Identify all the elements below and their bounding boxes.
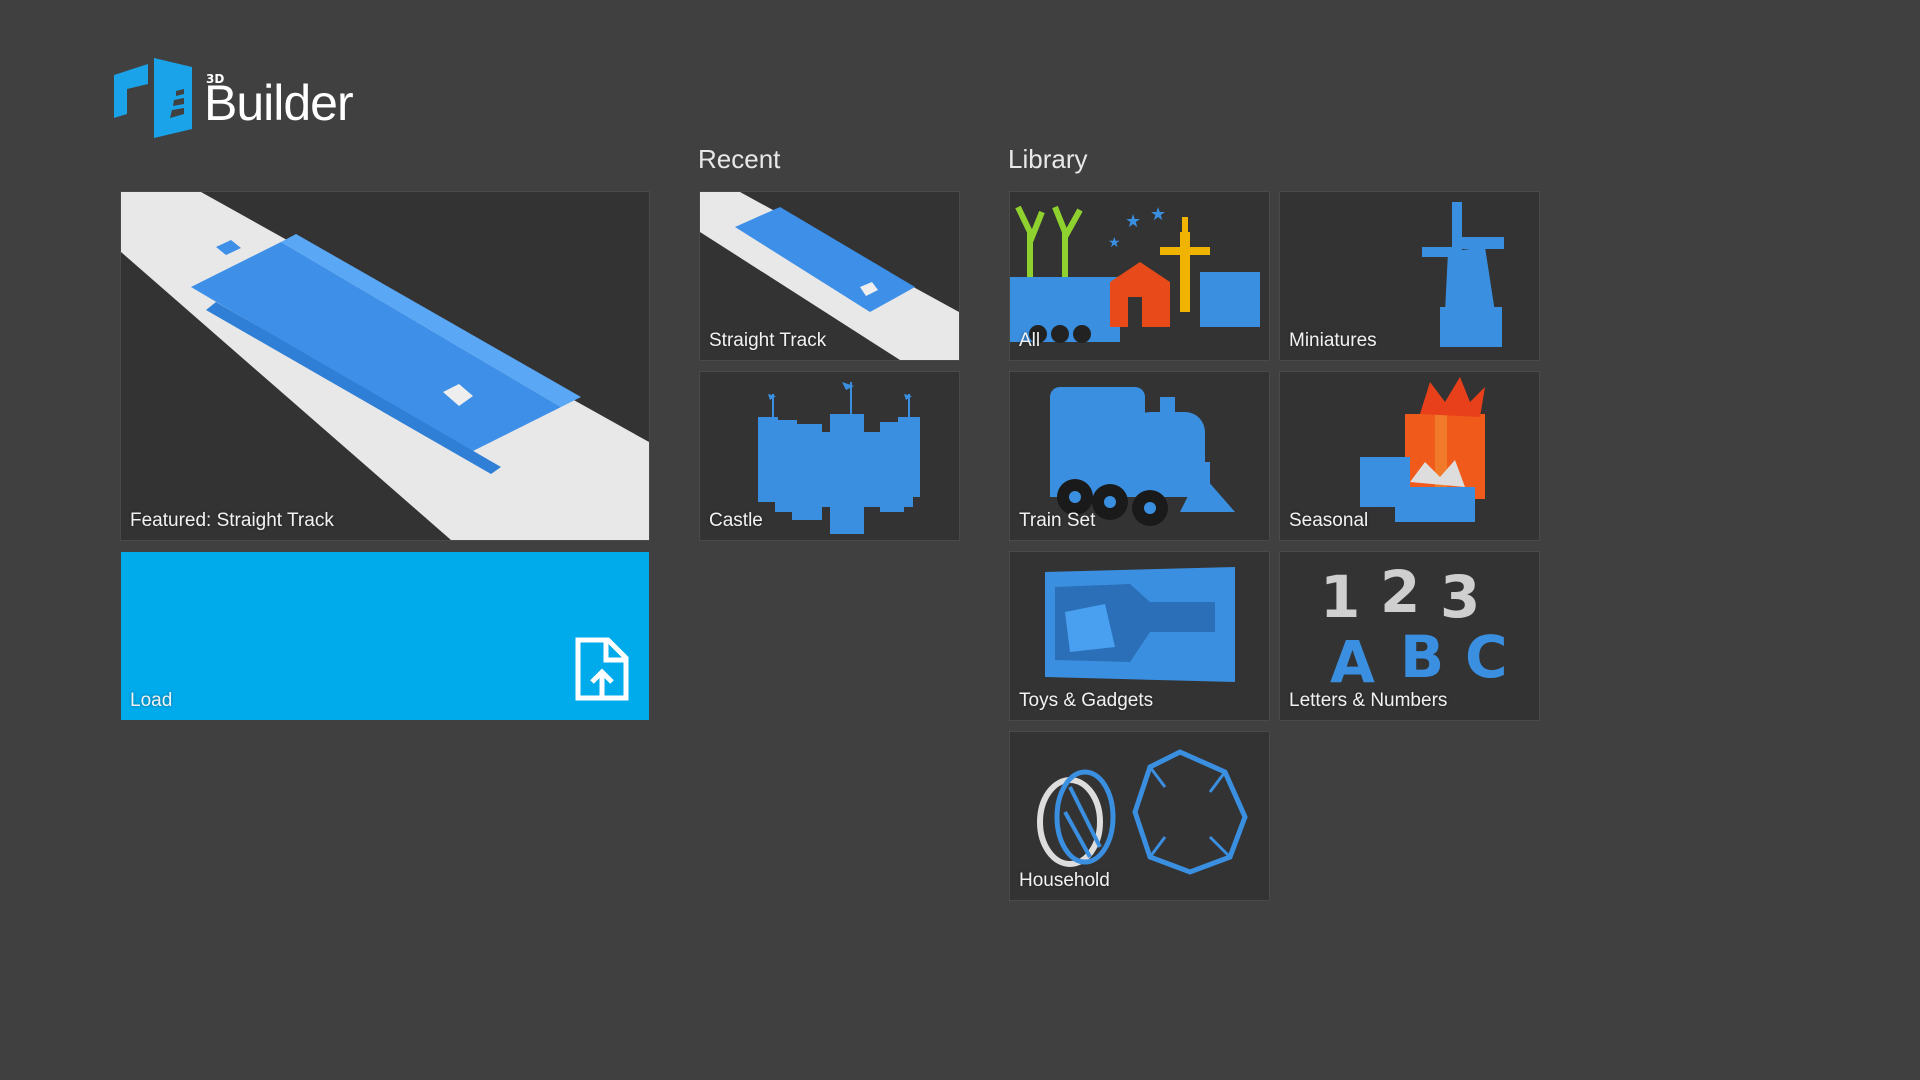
svg-text:3: 3 <box>1440 563 1480 631</box>
app-logo: 3D Builder <box>114 58 354 140</box>
library-heading: Library <box>1008 144 1088 174</box>
svg-text:★: ★ <box>1125 211 1141 232</box>
library-item-label: Letters & Numbers <box>1289 690 1448 711</box>
library-item-letters-numbers[interactable]: 1 2 3 A B C Letters & Numbers <box>1279 551 1540 721</box>
svg-text:★: ★ <box>1150 204 1166 225</box>
svg-text:B: B <box>1400 623 1444 691</box>
all-thumbnail: ★ ★ ★ <box>1010 192 1269 360</box>
file-upload-icon <box>575 637 629 701</box>
svg-text:2: 2 <box>1380 558 1420 626</box>
library-item-miniatures[interactable]: Miniatures <box>1279 191 1540 361</box>
library-item-label: Toys & Gadgets <box>1019 690 1154 711</box>
library-item-toys-gadgets[interactable]: Toys & Gadgets <box>1009 551 1270 721</box>
svg-text:A: A <box>1330 628 1375 696</box>
library-item-household[interactable]: Household <box>1009 731 1270 901</box>
library-item-label: Seasonal <box>1289 510 1369 531</box>
featured-tile[interactable]: Featured: Straight Track <box>120 191 650 541</box>
featured-track-image <box>121 192 649 540</box>
library-item-train-set[interactable]: Train Set <box>1009 371 1270 541</box>
svg-text:C: C <box>1465 623 1508 691</box>
library-item-all[interactable]: ★ ★ ★ All <box>1009 191 1270 361</box>
featured-label: Featured: Straight Track <box>130 510 334 531</box>
library-item-label: All <box>1019 330 1041 351</box>
library-item-label: Miniatures <box>1289 330 1377 351</box>
svg-text:★: ★ <box>1108 235 1121 251</box>
load-button[interactable]: Load <box>121 552 649 720</box>
load-label: Load <box>130 690 173 711</box>
recent-item-label: Castle <box>709 510 763 531</box>
library-item-label: Train Set <box>1019 510 1096 531</box>
library-item-label: Household <box>1019 870 1110 891</box>
recent-item-label: Straight Track <box>709 330 827 351</box>
recent-item-straight-track[interactable]: Straight Track <box>699 191 960 361</box>
recent-item-castle[interactable]: Castle <box>699 371 960 541</box>
recent-heading: Recent <box>698 144 781 174</box>
app-title: Builder <box>204 75 354 131</box>
3d-builder-logo-icon <box>114 58 192 138</box>
svg-text:1: 1 <box>1320 563 1360 631</box>
library-item-seasonal[interactable]: Seasonal <box>1279 371 1540 541</box>
